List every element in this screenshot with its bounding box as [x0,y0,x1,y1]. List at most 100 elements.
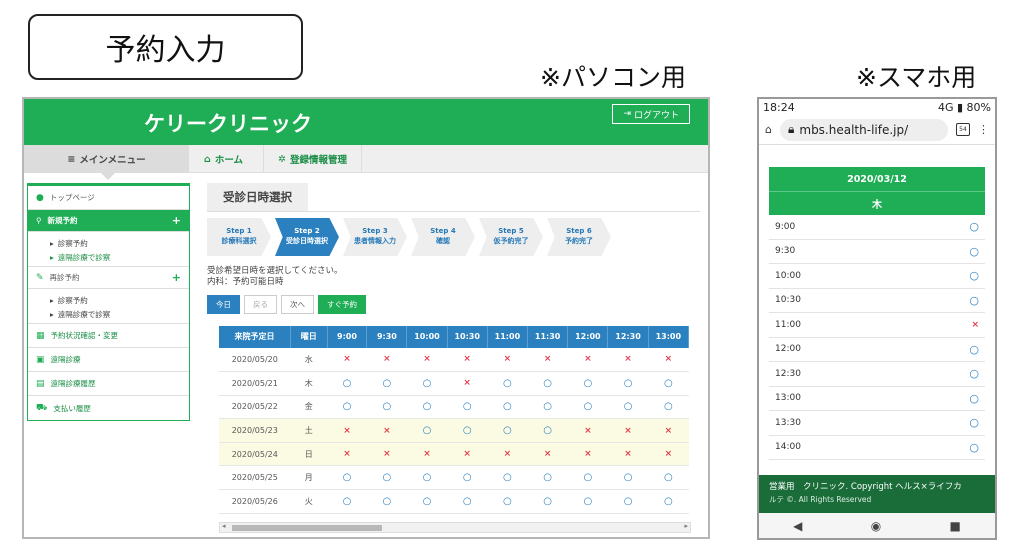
slot-available[interactable]: ○ [664,472,673,483]
cell-slot[interactable]: ○ [527,489,568,514]
cell-slot[interactable]: ○ [327,395,367,420]
cell-slot[interactable]: ○ [406,395,448,420]
slot-available[interactable]: ○ [383,401,392,412]
main-menu-toggle[interactable]: ≡ メインメニュー [24,145,189,180]
slot-available[interactable]: ○ [463,472,472,483]
next-button[interactable]: 次へ [281,294,314,314]
cell-slot[interactable]: ○ [567,371,608,396]
time-slot-row[interactable]: 12:30 ○ [769,362,985,387]
slot-available[interactable]: ○ [423,378,432,389]
slot-available[interactable]: ○ [423,496,432,507]
time-slot-row[interactable]: 9:00 ○ [769,215,985,240]
slot-available[interactable]: ○ [503,425,512,436]
slot-available[interactable]: ○ [383,496,392,507]
slot-available[interactable]: ○ [343,378,352,389]
cell-slot[interactable]: ○ [527,371,568,396]
slot-available[interactable]: ○ [969,416,979,429]
logout-button[interactable]: ⇥ ログアウト [612,104,690,124]
cell-slot[interactable]: ○ [527,395,568,420]
slot-available[interactable]: ○ [583,472,592,483]
cell-slot[interactable]: ○ [327,465,367,490]
slot-available[interactable]: ○ [583,378,592,389]
sidebar-item-remote[interactable]: ▣ 遠隔診療 [28,348,189,372]
cell-slot[interactable]: ○ [406,418,448,443]
slot-available[interactable]: ○ [664,496,673,507]
slot-available[interactable]: ○ [543,425,552,436]
sidebar-item-re-reserve[interactable]: ✎ 再診予約 + [28,267,189,289]
time-slot-row[interactable]: 10:00 ○ [769,264,985,289]
cell-slot[interactable]: ○ [487,418,528,443]
slot-available[interactable]: ○ [343,496,352,507]
slot-available[interactable]: ○ [463,496,472,507]
slot-available[interactable]: ○ [423,425,432,436]
sidebar-item-top[interactable]: ● トップページ [28,186,189,210]
slot-available[interactable]: ○ [583,496,592,507]
cell-slot[interactable]: ○ [567,465,608,490]
slot-available[interactable]: ○ [503,401,512,412]
cell-slot[interactable]: ○ [327,371,367,396]
cell-slot[interactable]: ○ [527,418,568,443]
sidebar-item-new-reserve[interactable]: ⚲ 新規予約 + [28,210,189,232]
recents-icon[interactable]: ■ [950,519,961,533]
today-button[interactable]: 今日 [207,294,240,314]
cell-slot[interactable]: ○ [406,489,448,514]
slot-available[interactable]: ○ [969,392,979,405]
slot-available[interactable]: ○ [624,496,633,507]
time-slot-row[interactable]: 12:00 ○ [769,338,985,362]
slot-available[interactable]: ○ [969,245,979,258]
slot-available[interactable]: ○ [543,472,552,483]
cell-slot[interactable]: ○ [607,371,649,396]
cell-slot[interactable]: ○ [648,371,689,396]
cell-slot[interactable]: ○ [447,395,488,420]
horizontal-scrollbar[interactable]: ◂ ▸ [219,522,691,533]
slot-available[interactable]: ○ [463,425,472,436]
slot-available[interactable]: ○ [423,401,432,412]
slot-available[interactable]: ○ [503,472,512,483]
slot-available[interactable]: ○ [624,472,633,483]
cell-slot[interactable]: ○ [366,465,407,490]
cell-slot[interactable]: ○ [487,395,528,420]
time-slot-row[interactable]: 14:00 ○ [769,436,985,460]
quick-reserve-button[interactable]: すぐ予約 [318,294,366,314]
prev-button[interactable]: 戻る [244,294,277,314]
sidebar-subitem[interactable]: ▸ 遠隔診療で診察 [28,308,189,324]
cell-slot[interactable]: ○ [607,395,649,420]
slot-available[interactable]: ○ [383,472,392,483]
slot-available[interactable]: ○ [543,378,552,389]
slot-available[interactable]: ○ [969,220,979,233]
sidebar-subitem[interactable]: ▸ 遠隔診療で診察 [28,251,189,267]
slot-available[interactable]: ○ [969,269,979,282]
sidebar-item-status[interactable]: ▦ 予約状況確認・変更 [28,324,189,348]
cell-slot[interactable]: ○ [487,465,528,490]
cell-slot[interactable]: ○ [406,371,448,396]
cell-slot[interactable]: ○ [648,465,689,490]
cell-slot[interactable]: ○ [648,395,689,420]
cell-slot[interactable]: ○ [447,465,488,490]
cell-slot[interactable]: ○ [447,489,488,514]
slot-available[interactable]: ○ [969,367,979,380]
home-circle-icon[interactable]: ◉ [871,519,881,533]
cell-slot[interactable]: ○ [487,489,528,514]
slot-available[interactable]: ○ [463,401,472,412]
cell-slot[interactable]: ○ [527,465,568,490]
cell-slot[interactable]: ○ [366,395,407,420]
slot-available[interactable]: ○ [503,378,512,389]
back-icon[interactable]: ◀ [793,519,802,533]
cell-slot[interactable]: ○ [567,489,608,514]
schedule-table-wrapper[interactable]: 来院予定日 曜日 9:00 9:30 10:00 10:30 11:00 11:30 12:00… [219,325,689,526]
slot-available[interactable]: ○ [543,401,552,412]
sidebar-item-remote-history[interactable]: ▤ 遠隔診療履歴 [28,372,189,396]
nav-register-info[interactable]: ✲ 登録情報管理 [264,145,362,173]
time-slot-row[interactable]: 13:30 ○ [769,411,985,436]
scroll-right-icon[interactable]: ▸ [684,522,688,530]
cell-slot[interactable]: ○ [567,395,608,420]
slot-available[interactable]: ○ [624,401,633,412]
nav-home[interactable]: ⌂ ホーム [190,145,264,173]
cell-slot[interactable]: ○ [366,371,407,396]
slot-available[interactable]: ○ [503,496,512,507]
scroll-left-icon[interactable]: ◂ [222,522,226,530]
slot-available[interactable]: ○ [969,343,979,356]
sidebar-item-payment[interactable]: ⛟ 支払い履歴 [28,396,189,420]
tab-count-button[interactable]: 54 [956,123,970,136]
time-slot-row[interactable]: 13:00 ○ [769,387,985,411]
